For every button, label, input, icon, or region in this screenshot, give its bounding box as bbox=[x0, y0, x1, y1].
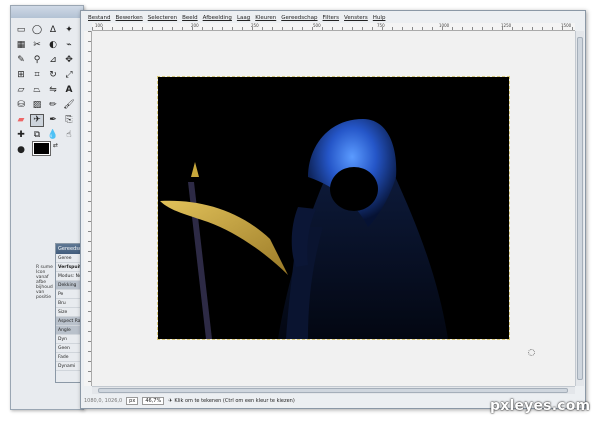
bucket-fill-icon[interactable]: ⛁ bbox=[14, 99, 28, 112]
swap-colors-icon[interactable]: ⇄ bbox=[53, 142, 58, 149]
menu-kleuren[interactable]: Kleuren bbox=[255, 15, 276, 21]
color-swatches[interactable]: ⇄ bbox=[32, 141, 61, 166]
watermark-logo: pxleyes.com bbox=[490, 398, 591, 414]
menu-vensters[interactable]: Vensters bbox=[344, 15, 368, 21]
vertical-scrollbar[interactable] bbox=[575, 31, 584, 386]
rect-select-icon[interactable]: ▭ bbox=[14, 24, 28, 37]
crop-icon[interactable]: ⌗ bbox=[30, 69, 44, 82]
menu-afbeelding[interactable]: Afbeelding bbox=[203, 15, 232, 21]
airbrush-icon: ✈ bbox=[168, 398, 173, 404]
dock-row[interactable]: Dekking bbox=[56, 281, 82, 290]
dock-title[interactable]: Gereedschap bbox=[56, 244, 82, 254]
align-icon[interactable]: ⊞ bbox=[14, 69, 28, 82]
ruler-label: 250 bbox=[251, 23, 259, 28]
paintbrush-icon[interactable]: 🖌 bbox=[62, 99, 76, 112]
dock-row[interactable]: Size bbox=[56, 308, 82, 317]
scissors-icon[interactable]: ✂ bbox=[30, 39, 44, 52]
vertical-ruler[interactable] bbox=[84, 31, 92, 386]
move-icon[interactable]: ✥ bbox=[62, 54, 76, 67]
dock-row: Verfspuit bbox=[56, 265, 82, 272]
scrollbar-thumb[interactable] bbox=[577, 37, 583, 380]
ruler-label: 1000 bbox=[439, 23, 450, 28]
left-panel-text: R sume Icon vanaf afbe bijhoud van posit… bbox=[36, 265, 53, 300]
dock-row[interactable]: Aspect Rat bbox=[56, 317, 82, 326]
unit-select[interactable]: px bbox=[126, 397, 139, 405]
rotate-icon[interactable]: ↻ bbox=[46, 69, 60, 82]
ruler-label: 1500 bbox=[561, 23, 572, 28]
ruler-label: 200 bbox=[191, 23, 199, 28]
fuzzy-select-icon[interactable]: ✦ bbox=[62, 24, 76, 37]
blur-icon[interactable]: 💧 bbox=[46, 129, 60, 142]
airbrush-icon[interactable]: ✈ bbox=[30, 114, 44, 127]
tool-grid: ▭ ◯ ᐃ ✦ ▦ ✂ ◐ ⌁ ✎ ⚲ ⊿ ✥ ⊞ ⌗ ↻ ⤢ ▱ ⏢ ⇋ A … bbox=[14, 24, 78, 159]
menu-bestand[interactable]: Bestand bbox=[88, 15, 111, 21]
dock-row[interactable]: Pe bbox=[56, 290, 82, 299]
menu-beeld[interactable]: Beeld bbox=[182, 15, 198, 21]
foreground-select-icon[interactable]: ◐ bbox=[46, 39, 60, 52]
dock-row[interactable]: Modus: No bbox=[56, 272, 82, 281]
artwork-image[interactable] bbox=[157, 76, 510, 340]
menu-laag[interactable]: Laag bbox=[237, 15, 250, 21]
scale-icon[interactable]: ⤢ bbox=[62, 69, 76, 82]
busy-spinner-icon bbox=[528, 349, 535, 356]
measure-icon[interactable]: ⊿ bbox=[46, 54, 60, 67]
menubar: Bestand Bewerken Selecteren Beeld Afbeel… bbox=[88, 13, 385, 23]
dock-row[interactable]: Bru bbox=[56, 299, 82, 308]
menu-gereedschap[interactable]: Gereedschap bbox=[281, 15, 317, 21]
dock-row[interactable]: Dynami bbox=[56, 362, 82, 371]
toolbox-titlebar[interactable] bbox=[11, 6, 83, 18]
eraser-icon[interactable]: ▰ bbox=[14, 114, 28, 127]
color-select-icon[interactable]: ▦ bbox=[14, 39, 28, 52]
dock-row[interactable]: Geree bbox=[56, 254, 82, 263]
status-text: Klik om te tekenen (Ctrl om een kleur te… bbox=[174, 398, 295, 404]
paths-icon[interactable]: ⌁ bbox=[62, 39, 76, 52]
heal-icon[interactable]: ✚ bbox=[14, 129, 28, 142]
dock-row[interactable]: Fade bbox=[56, 353, 82, 362]
perspective-icon[interactable]: ⏢ bbox=[30, 84, 44, 97]
ellipse-select-icon[interactable]: ◯ bbox=[30, 24, 44, 37]
color-picker-icon[interactable]: ✎ bbox=[14, 54, 28, 67]
shear-icon[interactable]: ▱ bbox=[14, 84, 28, 97]
grim-reaper-artwork bbox=[158, 77, 509, 339]
free-select-icon[interactable]: ᐃ bbox=[46, 24, 60, 37]
tool-options-dock: Gereedschap Geree Verfspuit Modus: No De… bbox=[55, 243, 83, 383]
zoom-icon[interactable]: ⚲ bbox=[30, 54, 44, 67]
ruler-label: 1250 bbox=[501, 23, 512, 28]
ruler-label: 500 bbox=[313, 23, 321, 28]
perspective-clone-icon[interactable]: ⧉ bbox=[30, 129, 44, 142]
pencil-icon[interactable]: ✏ bbox=[46, 99, 60, 112]
dock-row[interactable]: Geen bbox=[56, 344, 82, 353]
menu-hulp[interactable]: Hulp bbox=[373, 15, 386, 21]
foreground-color-swatch[interactable] bbox=[32, 141, 51, 156]
ink-icon[interactable]: ✒ bbox=[46, 114, 60, 127]
horizontal-scrollbar[interactable] bbox=[92, 386, 575, 394]
scrollbar-thumb[interactable] bbox=[98, 388, 568, 393]
dodge-burn-icon[interactable]: ● bbox=[14, 144, 28, 157]
status-message: ✈ Klik om te tekenen (Ctrl om een kleur … bbox=[168, 398, 295, 404]
zoom-select[interactable]: 46,7% bbox=[142, 397, 165, 405]
ruler-label: 100 bbox=[95, 23, 103, 28]
clone-icon[interactable]: ⎘ bbox=[62, 114, 76, 127]
menu-filters[interactable]: Filters bbox=[323, 15, 340, 21]
menu-bewerken[interactable]: Bewerken bbox=[116, 15, 143, 21]
smudge-icon[interactable]: ☝ bbox=[62, 129, 76, 142]
menu-selecteren[interactable]: Selecteren bbox=[148, 15, 177, 21]
blend-icon[interactable]: ▨ bbox=[30, 99, 44, 112]
pointer-coordinates: 1080,0, 1026,0 bbox=[84, 398, 123, 404]
flip-icon[interactable]: ⇋ bbox=[46, 84, 60, 97]
text-icon[interactable]: A bbox=[62, 84, 76, 97]
dock-row[interactable]: Angle bbox=[56, 326, 82, 335]
dock-row[interactable]: Dyn bbox=[56, 335, 82, 344]
ruler-label: 750 bbox=[377, 23, 385, 28]
